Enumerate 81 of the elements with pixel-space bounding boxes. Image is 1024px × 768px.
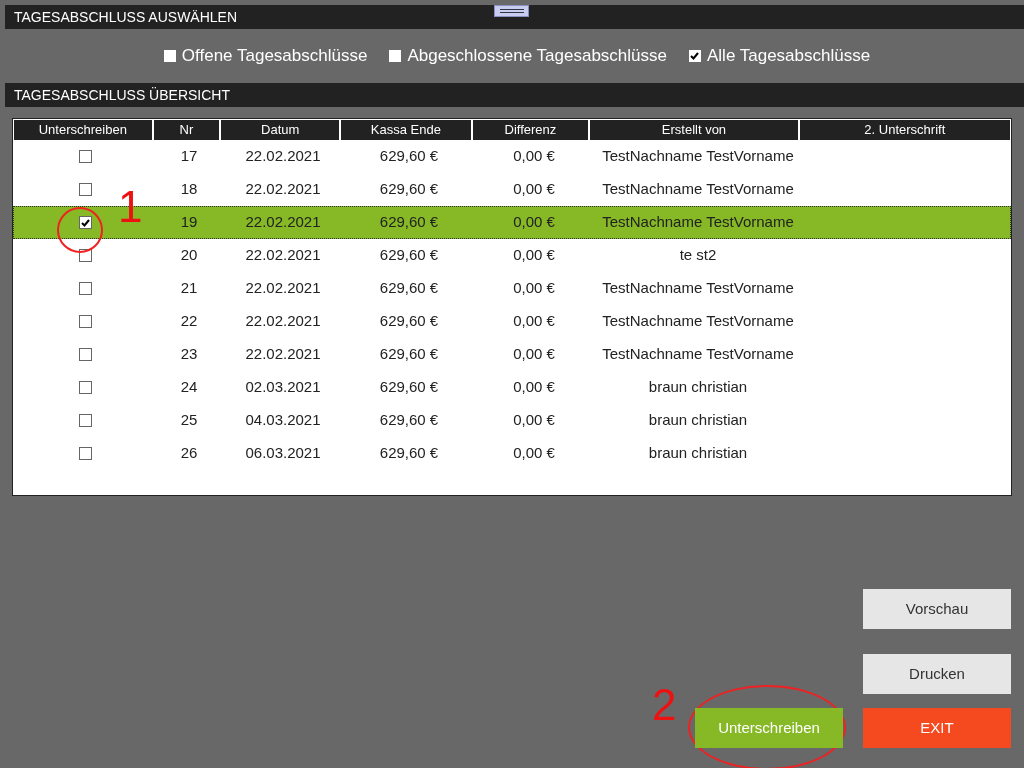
table-cell-text: 17: [179, 146, 199, 167]
table-cell-text: 0,00 €: [512, 278, 556, 299]
section-header: TAGESABSCHLUSS ÜBERSICHT: [5, 83, 1024, 107]
table-cell-text: 22.02.2021: [244, 146, 322, 167]
checkbox[interactable]: [78, 183, 92, 196]
table-cell-text: 0,00 €: [512, 146, 556, 167]
column-header: Datum: [221, 120, 339, 140]
table-cell-text: 629,60 €: [378, 410, 440, 431]
action-button[interactable]: Drucken: [863, 654, 1011, 694]
table-cell-text: TestNachname TestVorname: [601, 146, 795, 167]
table-cell-text: 0,00 €: [512, 443, 556, 464]
table-cell-text: 18: [179, 179, 199, 200]
table-cell-text: 22.02.2021: [244, 245, 322, 266]
table-cell-text: 0,00 €: [512, 245, 556, 266]
table-cell-text: 629,60 €: [378, 443, 440, 464]
table-cell-text: 0,00 €: [512, 212, 556, 233]
checkbox[interactable]: [78, 282, 92, 295]
table-cell-text: braun christian: [647, 377, 749, 398]
table-cell-text: braun christian: [647, 410, 749, 431]
checkbox[interactable]: [689, 50, 701, 62]
check-icon: [80, 218, 90, 227]
panel-handle[interactable]: [494, 5, 529, 17]
checkbox[interactable]: [78, 414, 92, 427]
table-cell-text: TestNachname TestVorname: [601, 311, 795, 332]
table-cell-text: 629,60 €: [378, 212, 440, 233]
section-header: TAGESABSCHLUSS AUSWÄHLEN: [5, 5, 1024, 29]
checkbox[interactable]: [78, 348, 92, 361]
checkbox[interactable]: [78, 447, 92, 460]
table-cell-text: 23: [179, 344, 199, 365]
table-cell-text: 22: [179, 311, 199, 332]
table-cell-text: 26: [179, 443, 199, 464]
table-cell-text: 22.02.2021: [244, 212, 322, 233]
table-cell-text: 629,60 €: [378, 146, 440, 167]
checkbox[interactable]: [163, 50, 176, 62]
table-cell-text: 0,00 €: [512, 344, 556, 365]
column-header: Kassa Ende: [341, 120, 471, 140]
check-icon: [690, 52, 700, 60]
checkbox[interactable]: [78, 216, 92, 229]
table-cell-text: 0,00 €: [512, 377, 556, 398]
table-cell-text: 19: [179, 212, 199, 233]
checkbox[interactable]: [78, 315, 92, 328]
table-cell-text: 629,60 €: [378, 377, 440, 398]
filter-label[interactable]: Offene Tagesabschlüsse: [181, 43, 368, 69]
table-cell-text: 25: [179, 410, 199, 431]
table-cell-text: 04.03.2021: [244, 410, 322, 431]
table-cell-text: 22.02.2021: [244, 179, 322, 200]
table-cell-text: 0,00 €: [512, 179, 556, 200]
annotation-number: 2: [652, 683, 677, 727]
table-cell-text: 21: [179, 278, 199, 299]
table-cell-text: 629,60 €: [378, 311, 440, 332]
table-cell-text: 20: [179, 245, 199, 266]
table-cell-text: 22.02.2021: [244, 278, 322, 299]
table-cell-text: 02.03.2021: [244, 377, 322, 398]
table-cell-text: TestNachname TestVorname: [601, 179, 795, 200]
column-header: Differenz: [472, 120, 589, 140]
table-cell-text: TestNachname TestVorname: [601, 344, 795, 365]
table-cell-text: 06.03.2021: [244, 443, 322, 464]
table-cell-text: 0,00 €: [512, 311, 556, 332]
table-cell-text: 0,00 €: [512, 410, 556, 431]
table-cell-text: 629,60 €: [378, 179, 440, 200]
table-cell-text: 22.02.2021: [244, 311, 322, 332]
table-cell-text: 629,60 €: [378, 278, 440, 299]
table-cell-text: 629,60 €: [378, 344, 440, 365]
table-cell-text: 22.02.2021: [244, 344, 322, 365]
column-header: Erstellt von: [590, 120, 798, 140]
action-button[interactable]: Vorschau: [863, 589, 1011, 629]
exit-button[interactable]: EXIT: [863, 708, 1011, 748]
table-cell-text: TestNachname TestVorname: [601, 278, 795, 299]
table-cell-text: 629,60 €: [378, 245, 440, 266]
filter-label[interactable]: Alle Tagesabschlüsse: [707, 43, 871, 69]
table-cell-text: braun christian: [647, 443, 749, 464]
checkbox[interactable]: [78, 150, 92, 163]
checkbox[interactable]: [78, 381, 92, 394]
column-header: 2. Unterschrift: [799, 120, 1010, 140]
checkbox[interactable]: [389, 50, 402, 62]
table-cell-text: te st2: [678, 245, 718, 266]
table-cell-text: TestNachname TestVorname: [601, 212, 795, 233]
filter-label[interactable]: Abgeschlossene Tagesabschlüsse: [407, 43, 667, 69]
table-cell-text: 24: [179, 377, 199, 398]
column-header: Nr: [153, 120, 220, 140]
column-header: Unterschreiben: [14, 120, 152, 140]
